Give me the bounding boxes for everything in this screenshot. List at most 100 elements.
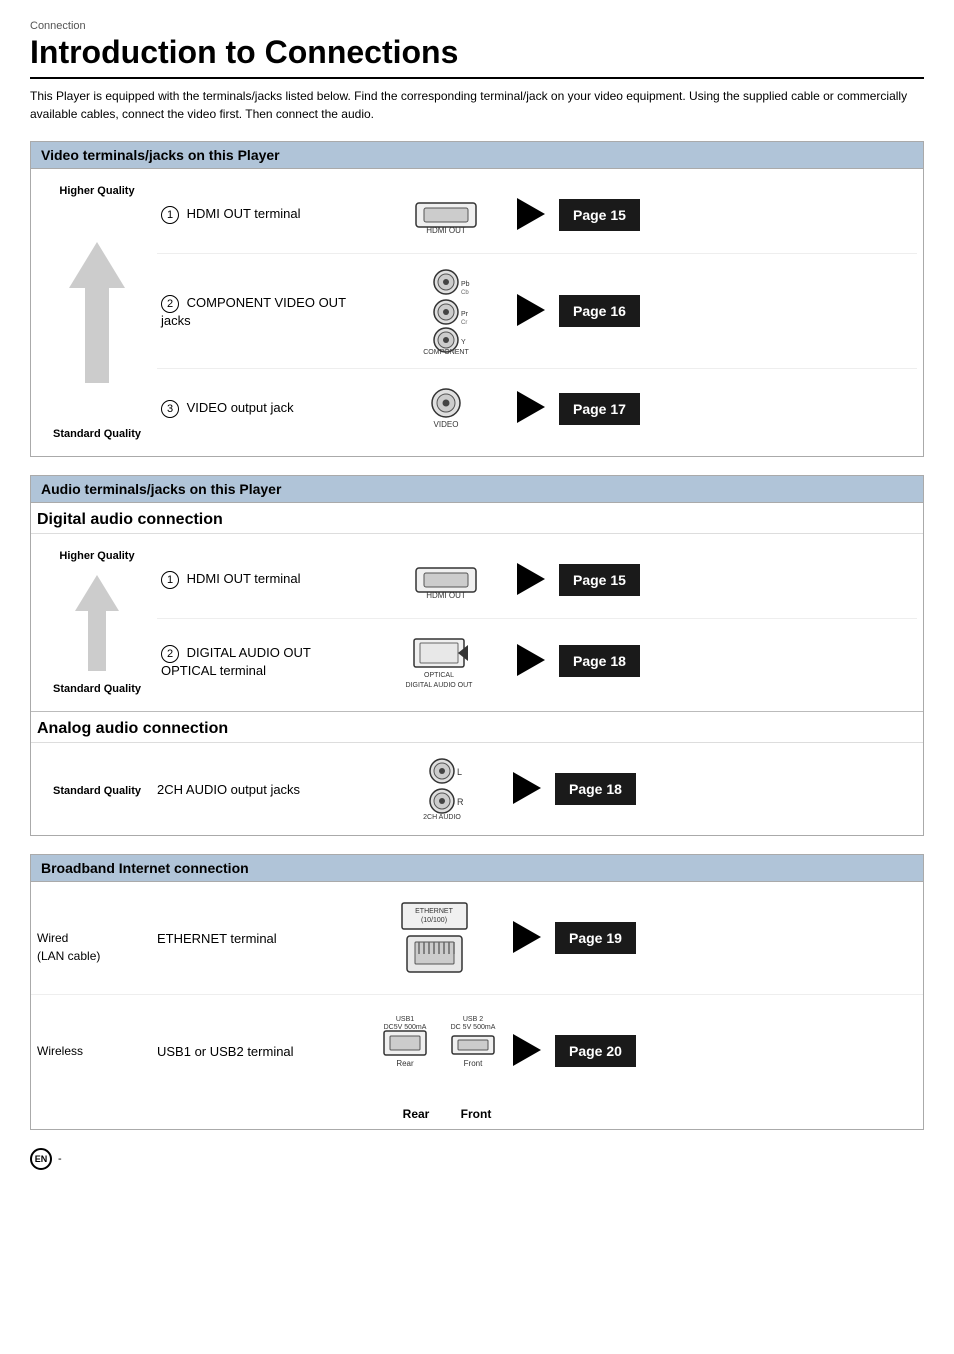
- terminal-num-3: 3: [161, 400, 179, 418]
- terminal-name-component: COMPONENT VIDEO OUT jacks: [161, 295, 346, 328]
- svg-text:Cb: Cb: [461, 290, 469, 296]
- breadcrumb: Connection: [30, 20, 924, 32]
- video-section-header: Video terminals/jacks on this Player: [31, 142, 923, 169]
- usb-arrow: [507, 1034, 547, 1069]
- video-row-component: 2 COMPONENT VIDEO OUT jacks Pb Cb: [157, 254, 917, 369]
- usb-page: Page 20: [555, 1035, 636, 1067]
- terminal-name-hdmi: HDMI OUT terminal: [187, 206, 301, 221]
- digital-audio-subsection: Digital audio connection Higher Quality …: [31, 503, 923, 711]
- video-arrow-hdmi: [511, 198, 551, 233]
- digital-quality-bottom: Standard Quality: [53, 683, 141, 695]
- broadband-row-ethernet: Wired (LAN cable) ETHERNET terminal ETHE…: [31, 882, 923, 995]
- svg-text:Cr: Cr: [461, 320, 467, 326]
- usb-type-col: Wireless: [37, 1044, 157, 1058]
- analog-row: Standard Quality 2CH AUDIO output jacks …: [31, 743, 923, 835]
- digital-num-1: 1: [161, 571, 179, 589]
- ethernet-arrow: [507, 921, 547, 956]
- ethernet-terminal-col: ETHERNET terminal: [157, 931, 377, 946]
- analog-quality-col: Standard Quality: [37, 782, 157, 797]
- digital-name-hdmi: HDMI OUT terminal: [187, 571, 301, 586]
- broadband-row-usb: Wireless USB1 or USB2 terminal USB1 DC5V…: [31, 995, 923, 1107]
- svg-text:Pb: Pb: [461, 281, 470, 288]
- digital-quality-top: Higher Quality: [59, 550, 134, 562]
- digital-icon-hdmi: HDMI OUT: [381, 554, 511, 606]
- usb-type-label: Wireless: [37, 1044, 83, 1058]
- digital-page-hdmi: Page 15: [559, 564, 640, 596]
- digital-arrow-hdmi: [511, 563, 551, 598]
- video-quality-bottom: Standard Quality: [53, 428, 141, 440]
- svg-text:DIGITAL AUDIO OUT: DIGITAL AUDIO OUT: [406, 682, 473, 689]
- svg-text:2CH AUDIO: 2CH AUDIO: [423, 814, 461, 821]
- terminal-name-video: VIDEO output jack: [187, 400, 294, 415]
- analog-terminal: 2CH AUDIO output jacks: [157, 782, 377, 797]
- video-row-hdmi: 1 HDMI OUT terminal HDMI OUT Page 15: [157, 177, 917, 254]
- video-page-hdmi: Page 15: [559, 199, 640, 231]
- broadband-section: Broadband Internet connection Wired (LAN…: [30, 854, 924, 1130]
- svg-text:HDMI OUT: HDMI OUT: [426, 591, 466, 600]
- digital-audio-title: Digital audio connection: [31, 503, 923, 534]
- digital-num-2: 2: [161, 645, 179, 663]
- svg-text:Y: Y: [461, 339, 466, 346]
- analog-icon: L R 2CH AUDIO: [377, 755, 507, 823]
- video-quality-top: Higher Quality: [59, 185, 134, 197]
- audio-section-header: Audio terminals/jacks on this Player: [31, 476, 923, 503]
- svg-text:OPTICAL: OPTICAL: [424, 672, 454, 679]
- terminal-num-1: 1: [161, 206, 179, 224]
- video-section: Video terminals/jacks on this Player Hig…: [30, 141, 924, 457]
- footer-dash: -: [58, 1153, 62, 1165]
- lang-label: EN: [35, 1154, 48, 1164]
- svg-text:R: R: [457, 797, 464, 807]
- broadband-section-header: Broadband Internet connection: [31, 855, 923, 882]
- svg-text:(10/100): (10/100): [421, 917, 447, 924]
- video-row-video: 3 VIDEO output jack VIDEO Page 17: [157, 369, 917, 448]
- svg-text:DC 5V 500mA: DC 5V 500mA: [451, 1024, 496, 1031]
- svg-text:Pr: Pr: [461, 311, 469, 318]
- video-terminal-hdmi: 1 HDMI OUT terminal: [161, 206, 381, 224]
- svg-text:HDMI OUT: HDMI OUT: [426, 226, 466, 235]
- digital-icon-optical: OPTICAL DIGITAL AUDIO OUT: [381, 631, 511, 691]
- digital-page-optical: Page 18: [559, 645, 640, 677]
- digital-quality-col: Higher Quality Standard Quality: [37, 542, 157, 703]
- video-quality-col: Higher Quality Standard Quality: [37, 177, 157, 448]
- analog-arrow: [507, 772, 547, 807]
- front-label: Front: [461, 1107, 492, 1121]
- ethernet-type-col: Wired (LAN cable): [37, 911, 157, 965]
- analog-audio-title: Analog audio connection: [31, 712, 923, 743]
- svg-text:Front: Front: [464, 1059, 483, 1068]
- video-page-component: Page 16: [559, 295, 640, 327]
- ethernet-icon-col: ETHERNET (10/100): [377, 898, 507, 978]
- rear-label: Rear: [403, 1107, 430, 1121]
- digital-name-optical: DIGITAL AUDIO OUT OPTICAL terminal: [161, 645, 311, 678]
- digital-row-hdmi: 1 HDMI OUT terminal HDMI OUT: [157, 542, 917, 619]
- digital-terminal-optical: 2 DIGITAL AUDIO OUT OPTICAL terminal: [161, 645, 381, 678]
- svg-text:COMPONENT: COMPONENT: [423, 349, 469, 356]
- page-title: Introduction to Connections: [30, 34, 924, 79]
- video-page-video: Page 17: [559, 393, 640, 425]
- svg-text:L: L: [457, 767, 462, 777]
- svg-text:USB 2: USB 2: [463, 1016, 483, 1023]
- digital-terminal-hdmi: 1 HDMI OUT terminal: [161, 571, 381, 589]
- video-icon-hdmi: HDMI OUT: [381, 189, 511, 241]
- video-terminal-component: 2 COMPONENT VIDEO OUT jacks: [161, 295, 381, 328]
- svg-text:DC5V 500mA: DC5V 500mA: [384, 1024, 427, 1031]
- analog-audio-subsection: Analog audio connection Standard Quality…: [31, 712, 923, 835]
- video-terminal-video: 3 VIDEO output jack: [161, 400, 381, 418]
- svg-text:USB1: USB1: [396, 1016, 414, 1023]
- video-icon-video: VIDEO: [381, 381, 511, 436]
- video-icon-component: Pb Cb Pr Cr Y COMPONENT: [381, 266, 511, 356]
- ethernet-page: Page 19: [555, 922, 636, 954]
- usb-terminal-col: USB1 or USB2 terminal: [157, 1044, 377, 1059]
- usb-icon-col: USB1 DC5V 500mA Rear USB 2 Front DC 5V 5…: [377, 1011, 507, 1091]
- en-badge: EN: [30, 1148, 52, 1170]
- video-arrow-video: [511, 391, 551, 426]
- svg-text:VIDEO: VIDEO: [434, 420, 459, 429]
- intro-text: This Player is equipped with the termina…: [30, 87, 924, 123]
- ethernet-type-label: Wired (LAN cable): [37, 931, 100, 963]
- footer: EN -: [30, 1148, 924, 1170]
- digital-arrow-optical: [511, 644, 551, 679]
- svg-text:ETHERNET: ETHERNET: [415, 908, 453, 915]
- digital-row-optical: 2 DIGITAL AUDIO OUT OPTICAL terminal OPT…: [157, 619, 917, 703]
- usb-terminal-name: USB1 or USB2 terminal: [157, 1044, 294, 1059]
- analog-quality: Standard Quality: [53, 785, 141, 797]
- audio-section: Audio terminals/jacks on this Player Dig…: [30, 475, 924, 836]
